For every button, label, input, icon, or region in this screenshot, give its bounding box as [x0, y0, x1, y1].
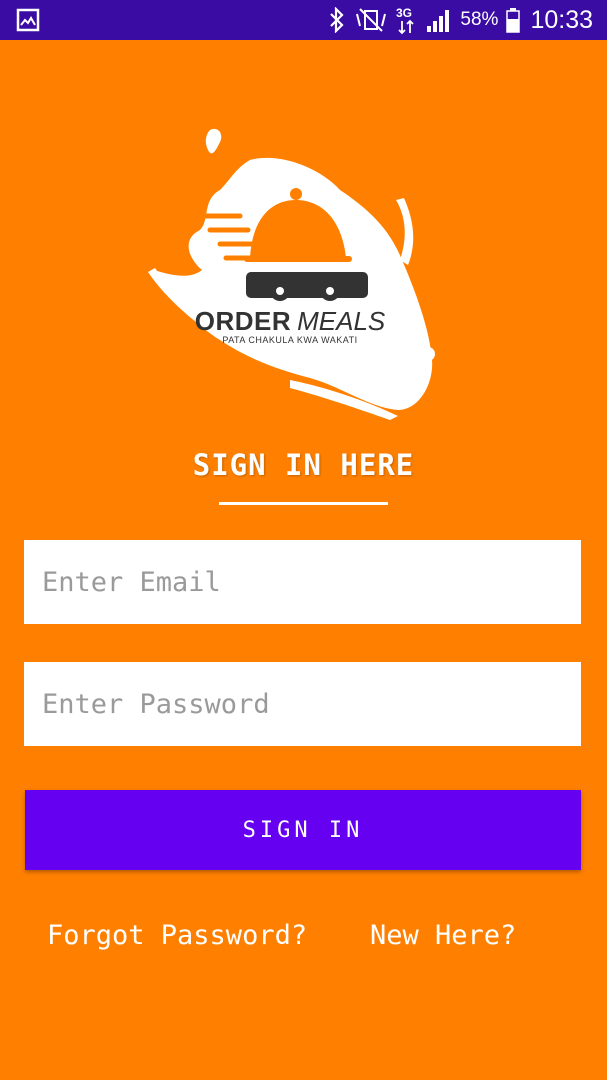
new-here-link[interactable]: New Here?: [370, 920, 516, 951]
email-field[interactable]: [24, 540, 581, 624]
logo-tagline: PATA CHAKULA KWA WAKATI: [222, 335, 358, 345]
password-field[interactable]: [24, 662, 581, 746]
logo-brand-bold: ORDER: [194, 306, 292, 336]
order-meals-logo: [140, 120, 440, 420]
battery-percent: 58%: [460, 9, 499, 30]
logo-brand-light: MEALS: [297, 306, 386, 336]
auth-links: Forgot Password? New Here?: [0, 920, 607, 960]
bluetooth-icon: [328, 7, 346, 33]
logo-text: ORDER MEALS PATA CHAKULA KWA WAKATI: [140, 306, 440, 345]
forgot-password-link[interactable]: Forgot Password?: [47, 920, 307, 951]
status-bar: 3G 58% 10:33: [0, 0, 607, 40]
sign-in-button[interactable]: SIGN IN: [25, 790, 581, 870]
signal-icon: [426, 7, 452, 33]
gallery-icon: [16, 8, 40, 32]
network-label: 3G: [396, 6, 412, 20]
clock: 10:33: [530, 5, 593, 34]
battery-icon: [506, 7, 521, 33]
network-3g-icon: 3G: [396, 5, 418, 35]
page-title: SIGN IN HERE: [192, 448, 415, 482]
title-underline: [219, 502, 388, 505]
vibrate-icon: [354, 7, 388, 33]
